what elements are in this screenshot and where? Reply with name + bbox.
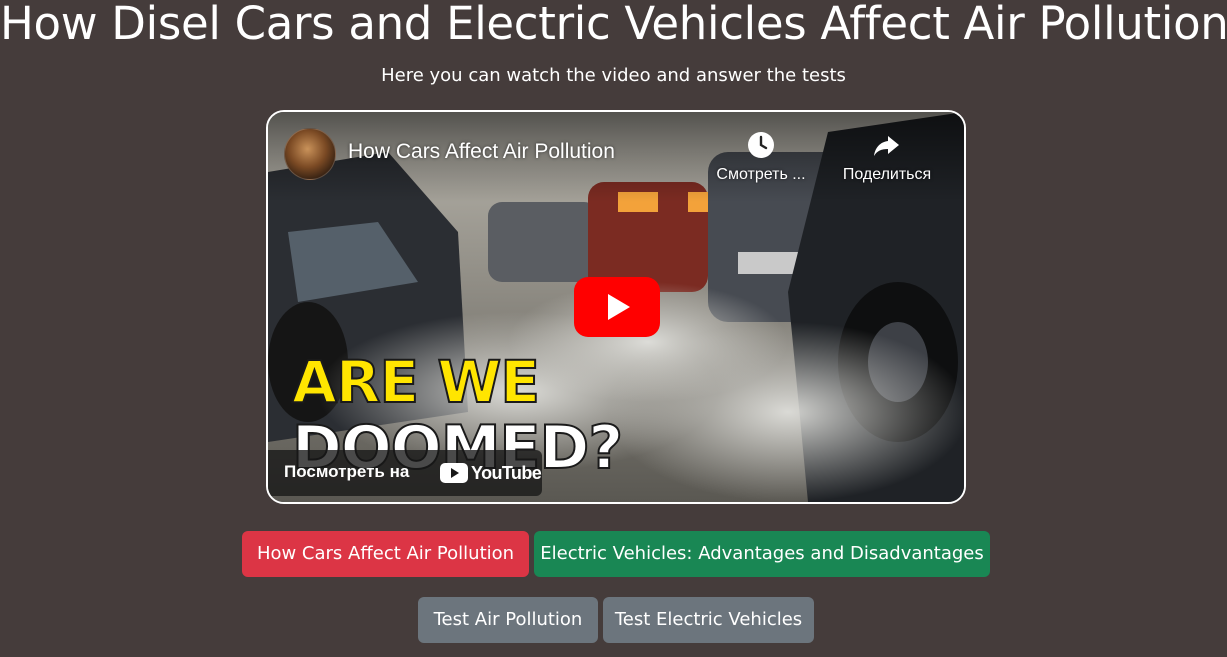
page-subtitle: Here you can watch the video and answer …	[381, 65, 846, 86]
thumbnail-headline-1: ARE WE	[291, 348, 541, 416]
youtube-logo-text: YouTube	[471, 462, 542, 483]
share-label: Поделиться	[842, 166, 932, 183]
watch-on-label: Посмотреть на	[284, 462, 410, 481]
youtube-play-icon[interactable]	[574, 277, 660, 337]
topic-cars-button[interactable]: How Cars Affect Air Pollution	[242, 531, 529, 577]
page: How Disel Cars and Electric Vehicles Aff…	[0, 0, 1227, 657]
test-air-pollution-button[interactable]: Test Air Pollution	[418, 597, 598, 643]
channel-avatar[interactable]	[284, 128, 336, 180]
watch-later-button[interactable]: Смотреть ...	[706, 130, 816, 184]
page-title: How Disel Cars and Electric Vehicles Aff…	[0, 0, 1227, 50]
youtube-logo: YouTube	[440, 460, 542, 486]
watch-on-youtube-button[interactable]: Посмотреть на YouTube	[268, 450, 542, 496]
topic-ev-button[interactable]: Electric Vehicles: Advantages and Disadv…	[534, 531, 990, 577]
video-embed[interactable]: How Cars Affect Air Pollution Смотреть .…	[266, 110, 966, 504]
video-title[interactable]: How Cars Affect Air Pollution	[348, 140, 615, 164]
clock-icon	[748, 132, 774, 158]
share-arrow-icon	[874, 136, 899, 156]
watch-later-label: Смотреть ...	[716, 166, 806, 183]
share-button[interactable]: Поделиться	[832, 130, 942, 184]
test-electric-vehicles-button[interactable]: Test Electric Vehicles	[603, 597, 814, 643]
youtube-logo-icon	[440, 463, 468, 483]
